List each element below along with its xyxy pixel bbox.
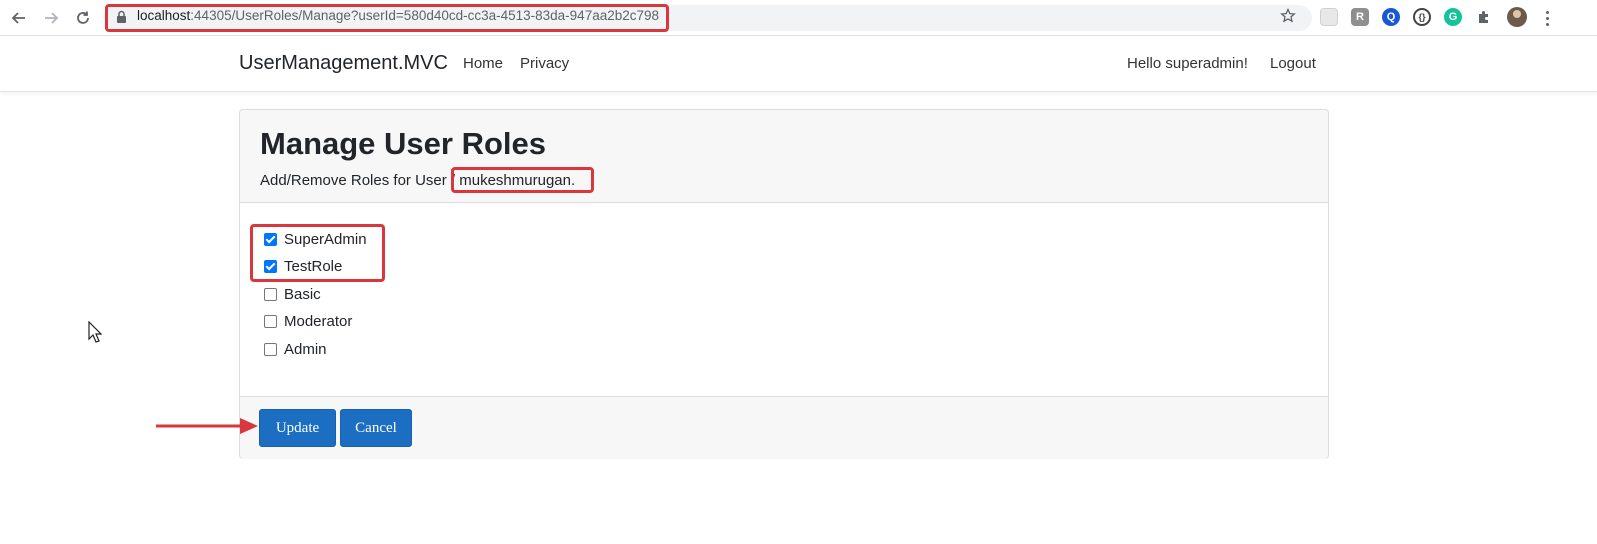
nav-home-link[interactable]: Home: [463, 55, 503, 72]
nav-privacy-link[interactable]: Privacy: [520, 55, 569, 72]
role-item-testrole[interactable]: TestRole: [264, 256, 342, 276]
browser-toolbar: localhost:44305/UserRoles/Manage?userId=…: [0, 0, 1597, 36]
manage-roles-card: Manage User Roles Add/Remove Roles for U…: [239, 109, 1329, 459]
role-label: Moderator: [284, 312, 353, 330]
role-checkbox[interactable]: [264, 342, 277, 356]
role-item-admin[interactable]: Admin: [264, 339, 327, 359]
browser-menu-icon[interactable]: [1541, 8, 1553, 28]
mouse-cursor-icon: [88, 320, 103, 348]
card-footer: Update Cancel: [240, 396, 1328, 459]
code-ext-icon[interactable]: {}: [1413, 8, 1431, 26]
roles-list: SuperAdmin TestRole Basic Moderator Admi…: [240, 203, 1328, 396]
role-label: SuperAdmin: [284, 230, 367, 248]
role-item-basic[interactable]: Basic: [264, 284, 321, 304]
role-checkbox[interactable]: [264, 314, 277, 328]
username-annotation-box: [451, 167, 594, 193]
back-icon[interactable]: [9, 8, 29, 28]
update-button[interactable]: Update: [259, 409, 336, 447]
r-ext-icon[interactable]: R: [1351, 8, 1369, 26]
reader-ext-icon[interactable]: [1320, 8, 1338, 26]
role-label: Admin: [284, 340, 327, 358]
grammarly-icon[interactable]: G: [1444, 8, 1462, 26]
role-label: TestRole: [284, 257, 343, 275]
logout-link[interactable]: Logout: [1270, 55, 1316, 72]
url-annotation-box: [105, 4, 669, 32]
role-checkbox[interactable]: [264, 232, 277, 246]
card-header: Manage User Roles Add/Remove Roles for U…: [240, 110, 1328, 203]
role-checkbox[interactable]: [264, 259, 277, 273]
role-item-superadmin[interactable]: SuperAdmin: [264, 229, 367, 249]
annotation-arrow-icon: [154, 414, 262, 443]
role-checkbox[interactable]: [264, 287, 277, 301]
role-label: Basic: [284, 285, 321, 303]
puzzle-icon[interactable]: [1475, 8, 1493, 26]
page-title: Manage User Roles: [260, 126, 546, 161]
user-greeting: Hello superadmin!: [1127, 55, 1248, 72]
bookmark-star-icon[interactable]: [1280, 7, 1296, 29]
role-item-moderator[interactable]: Moderator: [264, 311, 352, 331]
forward-icon[interactable]: [41, 8, 61, 28]
profile-avatar[interactable]: [1507, 7, 1527, 27]
site-navbar: UserManagement.MVC Home Privacy Hello su…: [0, 36, 1597, 92]
q-ext-icon[interactable]: Q: [1382, 8, 1400, 26]
brand-link[interactable]: UserManagement.MVC: [239, 52, 448, 75]
cancel-button[interactable]: Cancel: [340, 409, 412, 447]
reload-icon[interactable]: [73, 8, 93, 28]
